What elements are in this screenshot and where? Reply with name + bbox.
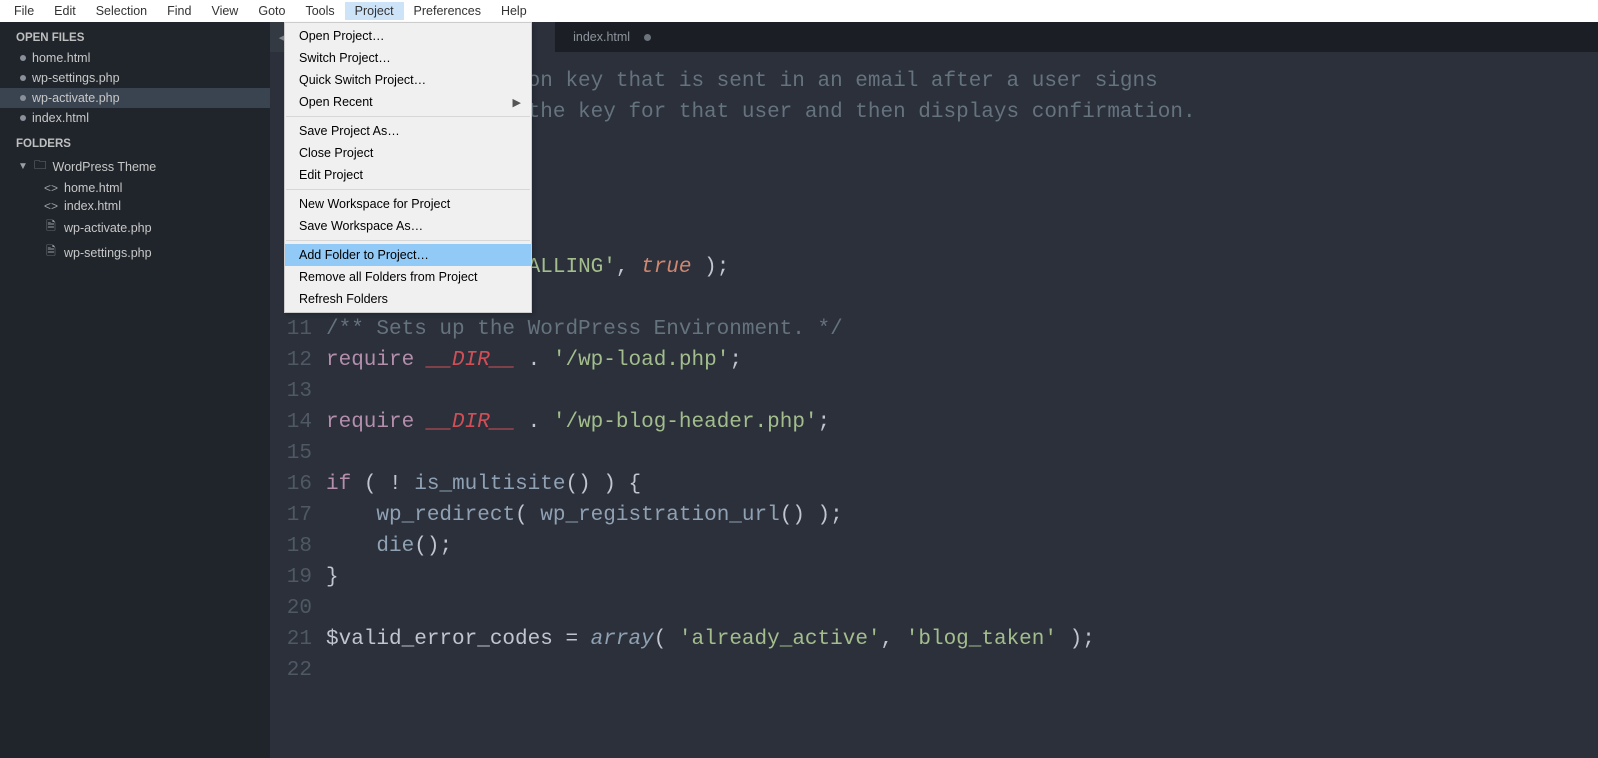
file-icon: 🗎 [44, 242, 58, 263]
folders-header: FOLDERS [0, 128, 270, 154]
file-tree-item[interactable]: 🗎 wp-activate.php [0, 215, 270, 240]
menu-goto[interactable]: Goto [248, 2, 295, 20]
menu-item-save-project-as[interactable]: Save Project As… [285, 120, 531, 142]
menu-item-remove-all-folders-from-project[interactable]: Remove all Folders from Project [285, 266, 531, 288]
open-file-item[interactable]: wp-activate.php [0, 88, 270, 108]
menu-item-add-folder-to-project[interactable]: Add Folder to Project… [285, 244, 531, 266]
open-file-item[interactable]: home.html [0, 48, 270, 68]
open-files-header: OPEN FILES [0, 22, 270, 48]
file-tree-item[interactable]: <> home.html [0, 179, 270, 197]
chevron-right-icon: ▶ [513, 96, 521, 109]
dirty-indicator-icon [20, 115, 26, 121]
menu-separator [286, 116, 530, 117]
menu-item-edit-project[interactable]: Edit Project [285, 164, 531, 186]
menu-project[interactable]: Project [345, 2, 404, 20]
file-tree-label: wp-settings.php [64, 246, 152, 260]
file-tree-item[interactable]: <> index.html [0, 197, 270, 215]
file-tree-label: home.html [64, 181, 122, 195]
open-file-label: index.html [32, 111, 89, 125]
folder-label: WordPress Theme [53, 160, 157, 174]
menu-selection[interactable]: Selection [86, 2, 157, 20]
menu-edit[interactable]: Edit [44, 2, 86, 20]
menu-item-open-recent[interactable]: Open Recent▶ [285, 91, 531, 113]
dirty-indicator-icon [644, 34, 651, 41]
open-file-label: wp-settings.php [32, 71, 120, 85]
file-tree-item[interactable]: 🗎 wp-settings.php [0, 240, 270, 265]
menu-file[interactable]: File [4, 2, 44, 20]
menu-item-quick-switch-project[interactable]: Quick Switch Project… [285, 69, 531, 91]
dirty-indicator-icon [20, 75, 26, 81]
open-file-label: wp-activate.php [32, 91, 120, 105]
open-file-item[interactable]: wp-settings.php [0, 68, 270, 88]
menu-item-new-workspace-for-project[interactable]: New Workspace for Project [285, 193, 531, 215]
folder-root[interactable]: ▼ 🗀 WordPress Theme [0, 154, 270, 179]
menu-item-save-workspace-as[interactable]: Save Workspace As… [285, 215, 531, 237]
html-file-icon: <> [44, 199, 58, 213]
open-file-label: home.html [32, 51, 90, 65]
menu-tools[interactable]: Tools [295, 2, 344, 20]
menu-preferences[interactable]: Preferences [404, 2, 491, 20]
dirty-indicator-icon [20, 55, 26, 61]
menu-view[interactable]: View [201, 2, 248, 20]
menu-find[interactable]: Find [157, 2, 201, 20]
menu-item-switch-project[interactable]: Switch Project… [285, 47, 531, 69]
sidebar: OPEN FILES home.html wp-settings.php wp-ac… [0, 22, 270, 758]
menu-item-open-project[interactable]: Open Project… [285, 25, 531, 47]
tab-label: index.html [573, 30, 630, 44]
menu-item-close-project[interactable]: Close Project [285, 142, 531, 164]
html-file-icon: <> [44, 181, 58, 195]
chevron-down-icon: ▼ [18, 161, 28, 172]
editor-tab[interactable]: index.html [555, 22, 679, 52]
menubar: FileEditSelectionFindViewGotoToolsProjec… [0, 0, 1598, 22]
menu-separator [286, 189, 530, 190]
dirty-indicator-icon [20, 95, 26, 101]
open-file-item[interactable]: index.html [0, 108, 270, 128]
file-tree-label: wp-activate.php [64, 221, 152, 235]
menu-help[interactable]: Help [491, 2, 537, 20]
project-menu-dropdown: Open Project…Switch Project…Quick Switch… [284, 22, 532, 313]
main-area: OPEN FILES home.html wp-settings.php wp-ac… [0, 22, 1598, 758]
menu-separator [286, 240, 530, 241]
folder-icon: 🗀 [34, 156, 47, 177]
file-icon: 🗎 [44, 217, 58, 238]
menu-item-refresh-folders[interactable]: Refresh Folders [285, 288, 531, 310]
file-tree-label: index.html [64, 199, 121, 213]
